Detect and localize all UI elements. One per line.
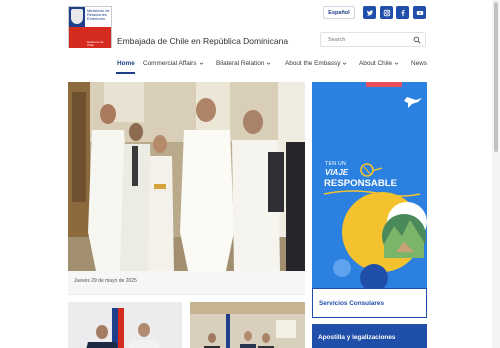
site-title[interactable]: Embajada de Chile en República Dominican… xyxy=(117,36,288,46)
chevron-down-icon xyxy=(267,62,271,65)
nav-item-label: Home xyxy=(117,60,135,67)
search-box[interactable] xyxy=(320,32,426,47)
hero-photo[interactable] xyxy=(68,82,305,271)
news-thumbnail[interactable] xyxy=(190,302,305,348)
news-thumbnail[interactable] xyxy=(68,302,182,348)
nav-item-commercial-affairs[interactable]: Commercial Affairs xyxy=(143,60,204,67)
chevron-down-icon xyxy=(199,62,203,65)
chevron-down-icon xyxy=(394,62,399,65)
chevron-down-icon xyxy=(343,62,347,65)
scrollbar-thumb[interactable] xyxy=(494,2,498,152)
twitter-icon[interactable] xyxy=(363,6,376,19)
nav-item-about-the-embassy[interactable]: About the Embassy xyxy=(285,60,347,67)
viaje-responsable-banner[interactable]: TEN UN VIAJE RESPONSABLE xyxy=(312,82,427,288)
nav-item-label: News xyxy=(411,60,427,67)
nav-item-label: About Chile xyxy=(359,60,393,67)
youtube-icon[interactable] xyxy=(413,6,426,19)
logo-government-text: Gobierno de Chile xyxy=(87,40,104,47)
news-thumbnail-illustration xyxy=(190,302,305,348)
nav-item-label: Bilateral Relation xyxy=(216,60,265,67)
instagram-icon[interactable] xyxy=(380,6,393,19)
nav-item-about-chile[interactable]: About Chile xyxy=(359,60,399,67)
main-navigation: Home Commercial Affairs Bilateral Relati… xyxy=(0,60,500,74)
page-scrollbar[interactable] xyxy=(492,0,500,348)
active-nav-indicator xyxy=(116,72,135,74)
language-button[interactable]: Español xyxy=(323,6,355,19)
logo-ministry-text: Ministerio de Relaciones Exteriores xyxy=(87,8,110,21)
banner-line-1: TEN UN xyxy=(325,161,347,167)
apostilla-legalizaciones-link[interactable]: Apostilla y legalizaciones xyxy=(312,324,427,348)
nav-item-home[interactable]: Home xyxy=(117,60,135,67)
hero-caption-box: Jueves 29 de mayo de 2025 xyxy=(68,271,305,295)
hero-date: Jueves 29 de mayo de 2025 xyxy=(74,278,137,284)
search-icon[interactable] xyxy=(413,36,421,44)
facebook-icon[interactable] xyxy=(396,6,409,19)
servicios-consulares-link[interactable]: Servicios Consulares xyxy=(312,288,427,318)
hero-photo-illustration xyxy=(68,82,305,271)
coat-of-arms-icon xyxy=(71,9,83,24)
banner-line-2: VIAJE xyxy=(325,168,349,177)
banner-line-3: RESPONSABLE xyxy=(324,178,398,189)
news-thumbnail-illustration xyxy=(68,302,182,348)
nav-item-label: About the Embassy xyxy=(285,60,341,67)
nav-item-label: Commercial Affairs xyxy=(143,60,197,67)
nav-item-news[interactable]: News xyxy=(411,60,427,67)
search-input[interactable] xyxy=(328,36,414,44)
ministry-logo[interactable]: Ministerio de Relaciones Exteriores Gobi… xyxy=(68,6,112,48)
nav-item-bilateral-relation[interactable]: Bilateral Relation xyxy=(216,60,271,67)
